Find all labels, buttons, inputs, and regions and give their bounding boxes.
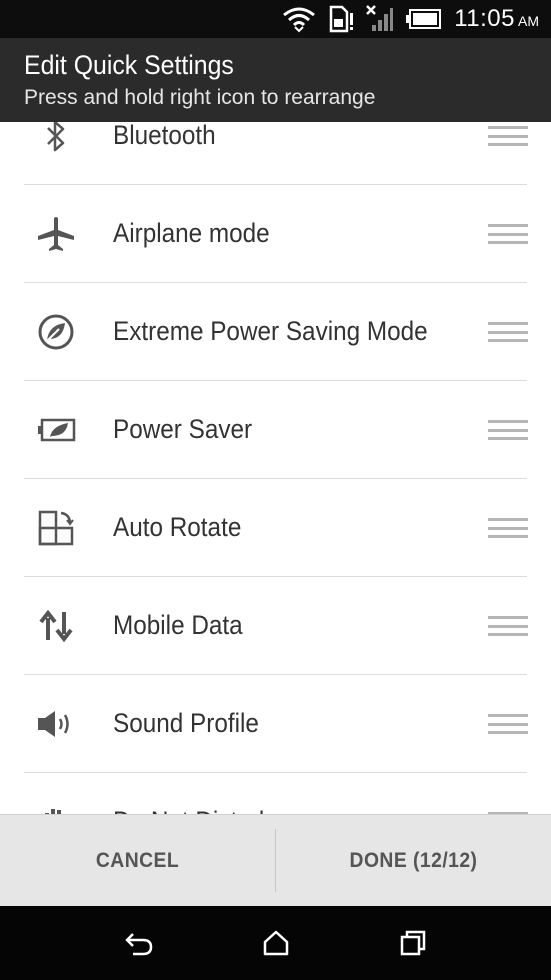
bluetooth-icon: [34, 122, 78, 156]
list-item-label: Power Saver: [113, 414, 253, 444]
list-item-label: Airplane mode: [113, 218, 270, 248]
home-icon[interactable]: [256, 923, 296, 963]
sim-alert-icon: [328, 5, 354, 33]
list-item-mobile-data[interactable]: Mobile Data: [0, 577, 551, 675]
rotate-icon: [34, 508, 78, 548]
recents-icon[interactable]: [393, 923, 433, 963]
status-time: 11:05: [454, 5, 515, 32]
status-bar: 11:05 AM: [0, 0, 551, 38]
speaker-icon: [34, 704, 78, 744]
airplane-icon: [34, 214, 78, 254]
cancel-button[interactable]: CANCEL: [11, 815, 264, 906]
navigation-bar: [0, 906, 551, 980]
list-item-label: Do Not Disturb: [113, 806, 272, 814]
list-item-auto-rotate[interactable]: Auto Rotate: [0, 479, 551, 577]
drag-handle-icon[interactable]: [488, 126, 528, 146]
list-item-airplane-mode[interactable]: Airplane mode: [0, 185, 551, 283]
signal-icon: [366, 5, 394, 33]
list-item-do-not-disturb[interactable]: Do Not Disturb: [0, 773, 551, 814]
wifi-icon: [282, 5, 316, 33]
leaf-icon: [34, 312, 78, 352]
action-button-bar: CANCEL DONE (12/12): [0, 814, 551, 906]
back-icon[interactable]: [119, 923, 159, 963]
drag-handle-icon[interactable]: [488, 616, 528, 636]
hand-icon: [34, 802, 78, 814]
drag-handle-icon[interactable]: [488, 518, 528, 538]
list-item-bluetooth[interactable]: Bluetooth: [0, 122, 551, 185]
status-ampm: AM: [518, 13, 539, 29]
button-divider: [275, 829, 276, 892]
list-item-label: Auto Rotate: [113, 512, 242, 542]
page-subtitle: Press and hold right icon to rearrange: [24, 86, 376, 109]
drag-handle-icon[interactable]: [488, 322, 528, 342]
list-item-label: Sound Profile: [113, 708, 259, 738]
drag-handle-icon[interactable]: [488, 714, 528, 734]
list-item-label: Mobile Data: [113, 610, 243, 640]
list-item-label: Extreme Power Saving Mode: [113, 316, 428, 346]
battery-leaf-icon: [34, 410, 78, 450]
battery-icon: [406, 8, 442, 30]
list-item-extreme-power-saving[interactable]: Extreme Power Saving Mode: [0, 283, 551, 381]
drag-handle-icon[interactable]: [488, 224, 528, 244]
list-item-power-saver[interactable]: Power Saver: [0, 381, 551, 479]
drag-handle-icon[interactable]: [488, 420, 528, 440]
quick-settings-list[interactable]: Bluetooth Airplane mode Extreme Power Sa…: [0, 122, 551, 814]
page-title: Edit Quick Settings: [24, 50, 234, 80]
status-clock: 11:05 AM: [454, 5, 539, 33]
page-header: Edit Quick Settings Press and hold right…: [0, 38, 551, 122]
data-arrows-icon: [34, 606, 78, 646]
list-item-sound-profile[interactable]: Sound Profile: [0, 675, 551, 773]
done-button[interactable]: DONE (12/12): [287, 815, 540, 906]
list-item-label: Bluetooth: [113, 122, 216, 150]
